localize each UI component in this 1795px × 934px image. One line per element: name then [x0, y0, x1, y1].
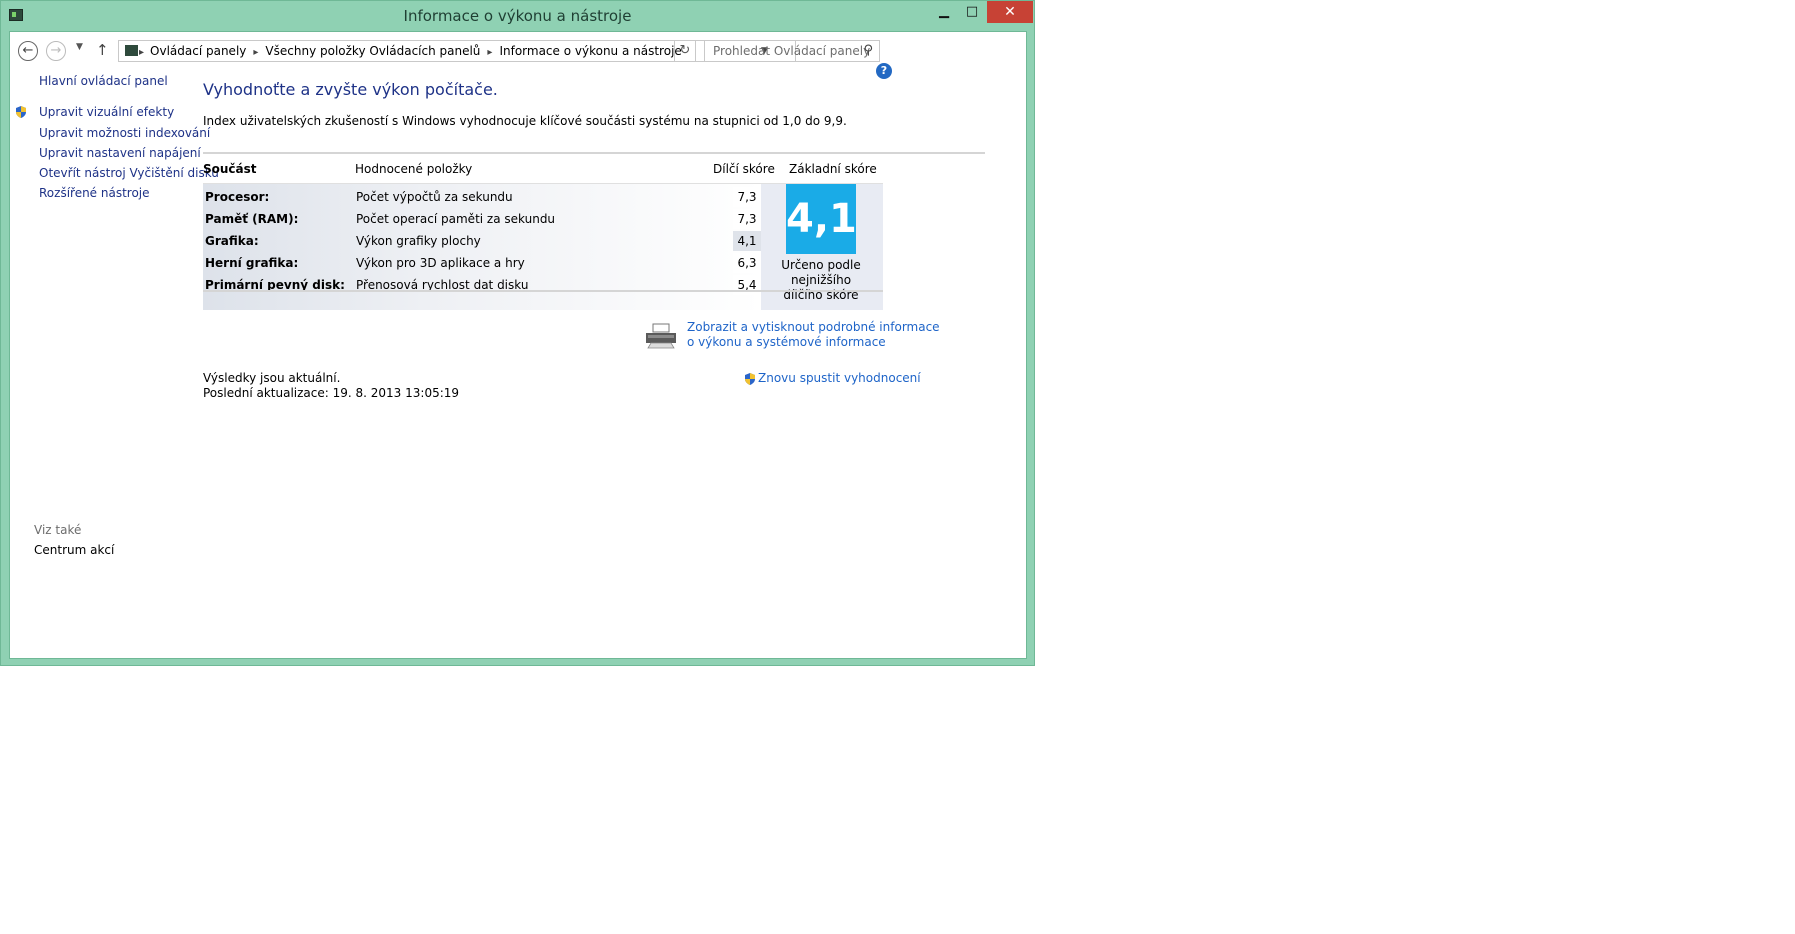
sidebar-item-action-center[interactable]: Centrum akcí: [34, 543, 114, 557]
search-icon[interactable]: ⚲: [863, 43, 873, 58]
column-header-subscore: Dílčí skóre: [713, 162, 775, 176]
status-current: Výsledky jsou aktuální.: [203, 371, 341, 385]
row-rated-item: Výkon pro 3D aplikace a hry: [356, 256, 525, 270]
refresh-button[interactable]: ↻: [674, 40, 696, 62]
breadcrumb-separator[interactable]: ▸: [487, 47, 492, 58]
print-link-line[interactable]: Zobrazit a vytisknout podrobné informace: [687, 320, 940, 335]
row-subscore-lowest: 4,1: [733, 231, 761, 251]
search-placeholder: Prohledat Ovládací panely: [713, 44, 871, 58]
breadcrumb-separator[interactable]: ▸: [139, 47, 144, 58]
sidebar-item-disk-cleanup[interactable]: Otevřít nástroj Vyčištění disku: [39, 166, 219, 180]
column-header-base-score: Základní skóre: [789, 162, 877, 176]
print-link-line[interactable]: o výkonu a systémové informace: [687, 335, 940, 350]
breadcrumb-item-performance-info[interactable]: Informace o výkonu a nástroje: [499, 44, 681, 58]
row-subscore: 6,3: [733, 253, 761, 273]
row-rated-item: Počet výpočtů za sekundu: [356, 190, 513, 204]
page-title: Vyhodnoťte a zvyšte výkon počítače.: [203, 80, 498, 99]
table-bottom-border: [203, 290, 883, 292]
breadcrumb-item-all-control-panel-items[interactable]: Všechny položky Ovládacích panelů: [265, 44, 480, 58]
see-also-heading: Viz také: [34, 523, 82, 537]
control-panel-folder-icon: [125, 45, 138, 56]
title-bar[interactable]: Informace o výkonu a nástroje ▁ □ ✕: [1, 1, 1034, 31]
table-row: Paměť (RAM): Počet operací paměti za sek…: [203, 206, 845, 230]
table-row: Primární pevný disk: Přenosová rychlost …: [203, 272, 845, 296]
uac-shield-icon: [745, 373, 755, 385]
up-one-level-button[interactable]: ↑: [96, 41, 109, 59]
close-button[interactable]: ✕: [987, 1, 1033, 23]
status-last-updated: Poslední aktualizace: 19. 8. 2013 13:05:…: [203, 386, 460, 400]
help-icon[interactable]: ?: [876, 63, 892, 79]
column-header-rated-item: Hodnocené položky: [355, 162, 473, 176]
breadcrumb-item-control-panel[interactable]: Ovládací panely: [150, 44, 246, 58]
forward-button[interactable]: →: [46, 41, 66, 61]
breadcrumb-separator[interactable]: ▸: [253, 47, 258, 58]
table-row: Grafika: Výkon grafiky plochy 4,1: [203, 228, 845, 252]
base-score-caption: Určeno podle nejnižšího dílčího skóre: [763, 258, 879, 303]
table-top-border: [203, 152, 985, 154]
base-caption-line: nejnižšího: [790, 273, 852, 287]
breadcrumb: ▸ Ovládací panely ▸ Všechny položky Ovládac…: [139, 44, 682, 58]
row-rated-item: Počet operací paměti za sekundu: [356, 212, 556, 226]
maximize-button[interactable]: □: [959, 1, 985, 23]
row-rated-item: Výkon grafiky plochy: [356, 234, 481, 248]
navigation-bar: ← → ▼ ↑ ▸ Ovládací panely ▸ Všechny položky…: [10, 32, 1026, 70]
sidebar-item-advanced-tools[interactable]: Rozšířené nástroje: [39, 186, 150, 200]
sidebar: Hlavní ovládací panel Upravit vizuální e…: [10, 70, 220, 660]
window-client-area: ← → ▼ ↑ ▸ Ovládací panely ▸ Všechny položky…: [9, 31, 1027, 659]
row-component: Paměť (RAM):: [205, 212, 299, 226]
table-row: Procesor: Počet výpočtů za sekundu 7,3: [203, 184, 845, 208]
uac-shield-icon: [16, 106, 26, 118]
recent-locations-chevron-down-icon[interactable]: ▼: [76, 42, 83, 52]
score-table: Součást Hodnocené položky Dílčí skóre Zá…: [203, 152, 985, 338]
back-button[interactable]: ←: [18, 41, 38, 61]
row-component: Procesor:: [205, 190, 270, 204]
app-window: Informace o výkonu a nástroje ▁ □ ✕ ← → …: [0, 0, 1035, 666]
base-caption-line: Určeno podle: [781, 258, 861, 272]
window-title: Informace o výkonu a nástroje: [403, 7, 632, 25]
sidebar-item-visual-effects[interactable]: Upravit vizuální efekty: [39, 105, 174, 119]
printer-icon: [646, 323, 676, 349]
base-score-tile: 4,1: [786, 184, 857, 254]
sidebar-item-power-settings[interactable]: Upravit nastavení napájení: [39, 146, 201, 160]
minimize-button[interactable]: ▁: [931, 1, 957, 23]
row-component: Grafika:: [205, 234, 259, 248]
table-row: Herní grafika: Výkon pro 3D aplikace a h…: [203, 250, 845, 274]
row-subscore: 7,3: [733, 209, 761, 229]
print-details-link[interactable]: Zobrazit a vytisknout podrobné informace…: [687, 320, 940, 350]
column-header-component: Součást: [203, 162, 257, 176]
page-description: Index uživatelských zkušeností s Windows…: [203, 114, 847, 128]
sidebar-item-indexing-options[interactable]: Upravit možnosti indexování: [39, 126, 210, 140]
row-subscore: 5,4: [733, 275, 761, 295]
search-input[interactable]: Prohledat Ovládací panely ⚲: [704, 40, 880, 62]
row-component: Herní grafika:: [205, 256, 299, 270]
row-subscore: 7,3: [733, 187, 761, 207]
rerun-assessment-link[interactable]: Znovu spustit vyhodnocení: [758, 371, 921, 385]
sidebar-item-control-panel-home[interactable]: Hlavní ovládací panel: [39, 74, 168, 88]
